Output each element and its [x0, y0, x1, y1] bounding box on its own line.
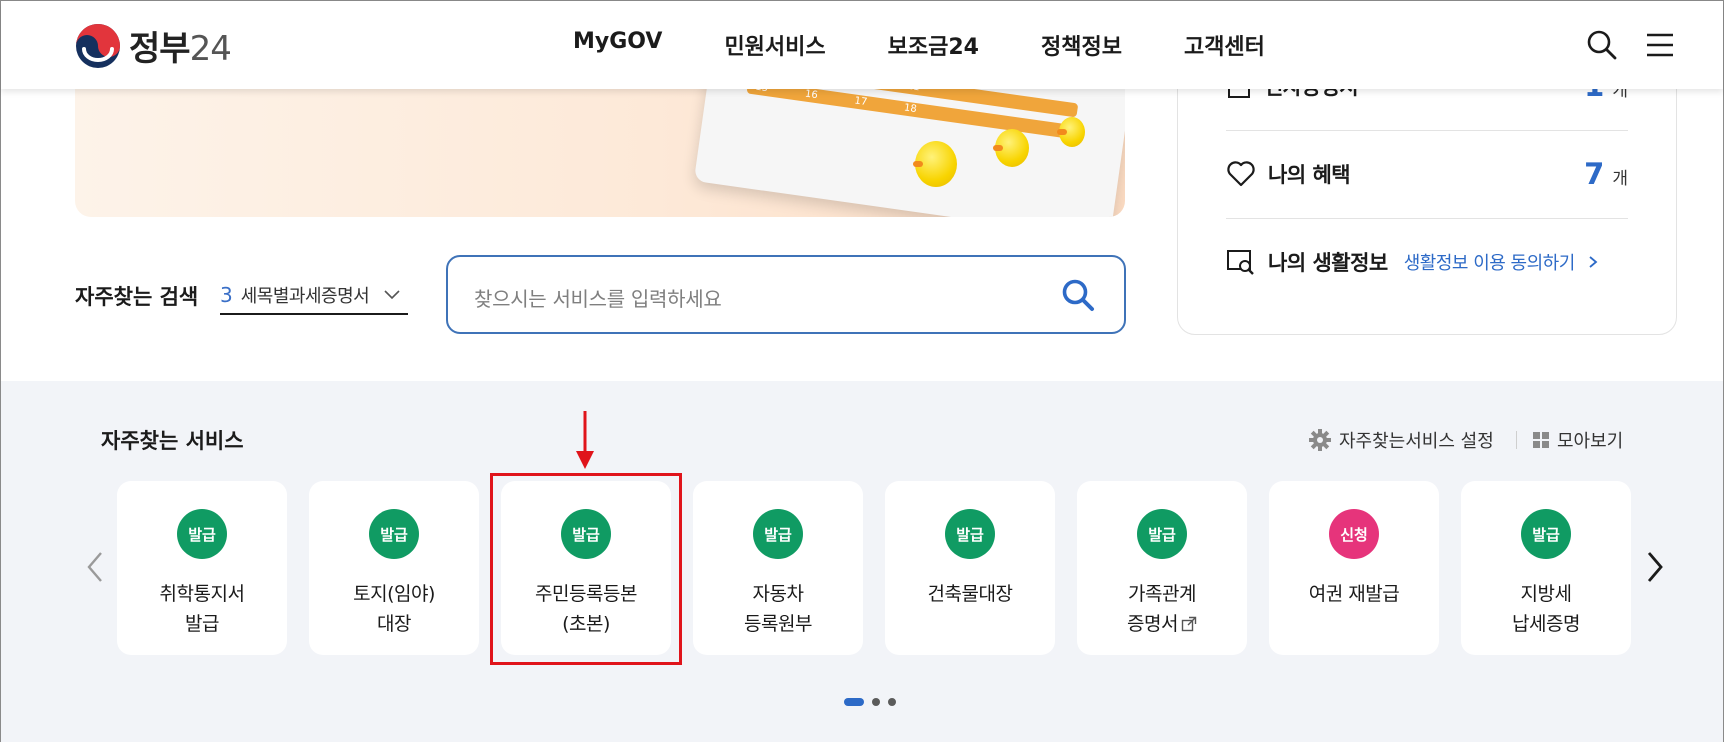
taegeuk-logo-icon	[76, 23, 120, 68]
service-name: 주민등록등본	[535, 583, 637, 605]
calendar-number: 17	[853, 95, 868, 109]
service-search-input[interactable]: 찾으시는 서비스를 입력하세요	[446, 255, 1126, 334]
service-name: 여권 재발급	[1308, 583, 1400, 605]
service-card-school-notice[interactable]: 발급 취학통지서 발급	[117, 481, 287, 655]
search-submit-icon[interactable]	[1060, 277, 1096, 313]
page-dot[interactable]	[872, 698, 880, 706]
my-benefits-row[interactable]: 나의 혜택 7 개	[1226, 130, 1628, 218]
issue-badge: 발급	[1521, 509, 1571, 559]
service-card-local-tax-certificate[interactable]: 발급 지방세납세증명	[1461, 481, 1631, 655]
my-benefits-count: 7	[1584, 157, 1605, 191]
view-all-label: 모아보기	[1557, 431, 1624, 452]
count-unit: 개	[1612, 169, 1628, 189]
service-name: 토지(임야)	[353, 583, 435, 605]
apply-badge: 신청	[1329, 509, 1379, 559]
frequent-search-label: 자주찾는 검색	[75, 285, 199, 309]
site-header: 정부24 MyGOV 민원서비스 보조금24 정책정보 고객센터	[1, 1, 1723, 89]
frequent-services-settings-button[interactable]: 자주찾는서비스 설정	[1309, 427, 1494, 453]
service-card-family-relation[interactable]: 발급 가족관계증명서	[1077, 481, 1247, 655]
service-card-passport-reissue[interactable]: 신청 여권 재발급	[1269, 481, 1439, 655]
calendar-number: 16	[804, 88, 819, 102]
hamburger-menu-icon[interactable]	[1644, 29, 1676, 61]
service-name: 취학통지서	[159, 583, 245, 605]
service-name: 건축물대장	[927, 583, 1013, 605]
issue-badge: 발급	[561, 509, 611, 559]
frequent-services-title: 자주찾는 서비스	[101, 429, 244, 453]
service-name: 발급	[185, 613, 219, 635]
service-name: 지방세	[1520, 583, 1572, 605]
main-nav: MyGOV 민원서비스 보조금24 정책정보 고객센터	[573, 29, 1265, 61]
nav-customer-center[interactable]: 고객센터	[1184, 29, 1265, 61]
service-name: 자동차	[752, 583, 804, 605]
nav-mygov[interactable]: MyGOV	[573, 29, 662, 61]
gov24-logo[interactable]: 정부24	[75, 21, 232, 70]
duck-illustration	[1057, 117, 1085, 147]
grid-icon	[1533, 432, 1549, 448]
carousel-next-icon[interactable]	[1643, 547, 1667, 587]
issue-badge: 발급	[1137, 509, 1187, 559]
nav-subsidy24[interactable]: 보조금24	[888, 29, 979, 61]
frequent-services-section: 자주찾는 서비스 자주찾는서비스 설정 모아보기 발급 취학통지서 발급 발급 토…	[1, 381, 1723, 742]
chevron-down-icon	[384, 290, 400, 300]
issue-badge: 발급	[945, 509, 995, 559]
carousel-pagination	[844, 698, 896, 706]
nav-civil-service[interactable]: 민원서비스	[724, 29, 825, 61]
external-link-icon	[1181, 616, 1197, 632]
frequent-search-term: 세목별과세증명서	[240, 286, 370, 307]
my-life-info-row: 나의 생활정보 생활정보 이용 동의하기	[1226, 218, 1628, 306]
divider	[1516, 431, 1517, 449]
heart-icon	[1227, 161, 1255, 187]
logo-title: 정부24	[129, 29, 232, 69]
service-card-land-register[interactable]: 발급 토지(임야) 대장	[309, 481, 479, 655]
service-card-vehicle-register[interactable]: 발급 자동차등록원부	[693, 481, 863, 655]
calendar-number: 18	[903, 102, 918, 116]
issue-badge: 발급	[753, 509, 803, 559]
my-life-info-label: 나의 생활정보	[1268, 251, 1388, 275]
nav-policy-info[interactable]: 정책정보	[1041, 29, 1122, 61]
window-search-icon	[1227, 250, 1254, 275]
life-info-consent-link[interactable]: 생활정보 이용 동의하기	[1404, 249, 1598, 275]
view-all-button[interactable]: 모아보기	[1531, 427, 1623, 453]
frequent-search-rank: 3	[220, 283, 233, 307]
gear-icon	[1309, 429, 1331, 451]
service-name: 등록원부	[744, 613, 812, 635]
duck-illustration	[993, 129, 1029, 167]
issue-badge: 발급	[177, 509, 227, 559]
carousel-prev-icon[interactable]	[83, 547, 107, 587]
service-name: 대장	[377, 613, 411, 635]
issue-badge: 발급	[369, 509, 419, 559]
duck-illustration	[913, 141, 957, 187]
service-name: 가족관계	[1128, 583, 1196, 605]
service-name: (초본)	[562, 613, 610, 635]
service-name: 증명서	[1127, 613, 1178, 635]
settings-label: 자주찾는서비스 설정	[1339, 431, 1494, 452]
page-dot[interactable]	[844, 698, 864, 706]
frequent-search-dropdown[interactable]: 3 세목별과세증명서	[220, 277, 408, 315]
my-benefits-label: 나의 혜택	[1268, 163, 1351, 187]
chevron-right-icon	[1589, 256, 1598, 268]
search-icon[interactable]	[1586, 29, 1618, 61]
service-card-building-register[interactable]: 발급 건축물대장	[885, 481, 1055, 655]
page-dot[interactable]	[888, 698, 896, 706]
search-placeholder: 찾으시는 서비스를 입력하세요	[474, 287, 722, 311]
down-arrow-icon	[576, 411, 594, 469]
service-name: 납세증명	[1512, 613, 1580, 635]
service-card-resident-registration[interactable]: 발급 주민등록등본 (초본)	[501, 481, 671, 655]
